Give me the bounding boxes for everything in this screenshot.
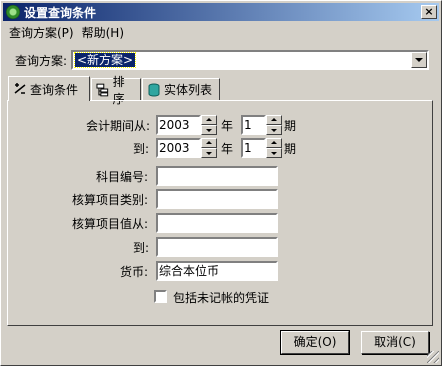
scheme-label: 查询方案: [15, 54, 68, 68]
include-unposted-label: 包括未记帐的凭证 [173, 291, 270, 305]
period-to-input[interactable]: 1 [241, 138, 266, 158]
year-to-spinner[interactable] [201, 138, 217, 158]
spin-down-icon[interactable] [201, 125, 217, 135]
spin-up-icon[interactable] [266, 115, 282, 125]
year-from-input[interactable]: 2003 [156, 115, 201, 135]
period-from-input[interactable]: 1 [241, 115, 266, 135]
aux-from-input[interactable] [156, 213, 278, 233]
chevron-down-icon[interactable] [411, 52, 427, 68]
tab-label: 实体列表 [164, 83, 213, 97]
aux-from-label: 核算项目值从: [72, 217, 149, 231]
app-icon [6, 5, 20, 19]
period-unit-label: 期 [284, 142, 297, 156]
filter-icon [14, 83, 26, 94]
currency-input[interactable]: 综合本位币 [156, 261, 278, 281]
close-button[interactable]: × [421, 5, 437, 19]
spin-down-icon[interactable] [201, 148, 217, 158]
resize-grip-icon[interactable] [427, 351, 439, 363]
period-from-label: 会计期间从: [86, 119, 151, 133]
year-to-input[interactable]: 2003 [156, 138, 201, 158]
sort-icon [96, 83, 109, 96]
aux-type-input[interactable] [156, 189, 278, 209]
include-unposted-checkbox[interactable] [154, 290, 167, 303]
tab-entity-list[interactable]: 实体列表 [142, 78, 220, 100]
query-condition-dialog: 设置查询条件 × 查询方案(P) 帮助(H) 查询方案: <新方案> 查询条件 … [0, 0, 442, 366]
period-to-spinner[interactable] [266, 138, 282, 158]
menu-help[interactable]: 帮助(H) [78, 22, 128, 40]
menu-query-scheme[interactable]: 查询方案(P) [5, 22, 78, 40]
menu-bar: 查询方案(P) 帮助(H) [5, 22, 128, 40]
period-unit-label: 期 [284, 119, 297, 133]
aux-to-label: 到: [133, 241, 150, 255]
title-bar[interactable]: 设置查询条件 × [3, 3, 439, 21]
spin-up-icon[interactable] [201, 115, 217, 125]
aux-type-label: 核算项目类别: [72, 193, 149, 207]
currency-label: 货币: [120, 265, 149, 279]
window-title: 设置查询条件 [24, 5, 97, 20]
spin-up-icon[interactable] [201, 138, 217, 148]
cancel-button[interactable]: 取消(C) [361, 331, 429, 354]
tab-label: 查询条件 [30, 82, 79, 97]
tab-query-conditions[interactable]: 查询条件 [8, 76, 90, 101]
query-conditions-panel: 会计期间从: 2003 年 1 期 到: 2003 年 1 期 科目编号: 核算… [7, 100, 433, 326]
scheme-select[interactable]: <新方案> [71, 50, 429, 70]
ok-button[interactable]: 确定(O) [280, 330, 350, 355]
year-unit-label: 年 [221, 119, 234, 133]
spin-down-icon[interactable] [266, 125, 282, 135]
year-from-spinner[interactable] [201, 115, 217, 135]
year-unit-label: 年 [221, 142, 234, 156]
account-code-label: 科目编号: [96, 170, 149, 184]
scheme-value: <新方案> [73, 52, 137, 68]
spin-down-icon[interactable] [266, 148, 282, 158]
database-icon [148, 83, 160, 96]
period-to-label: 到: [133, 142, 150, 156]
period-from-spinner[interactable] [266, 115, 282, 135]
tab-sort[interactable]: 排序 [91, 75, 141, 106]
spin-up-icon[interactable] [266, 138, 282, 148]
aux-to-input[interactable] [156, 237, 278, 257]
account-code-input[interactable] [156, 166, 278, 186]
